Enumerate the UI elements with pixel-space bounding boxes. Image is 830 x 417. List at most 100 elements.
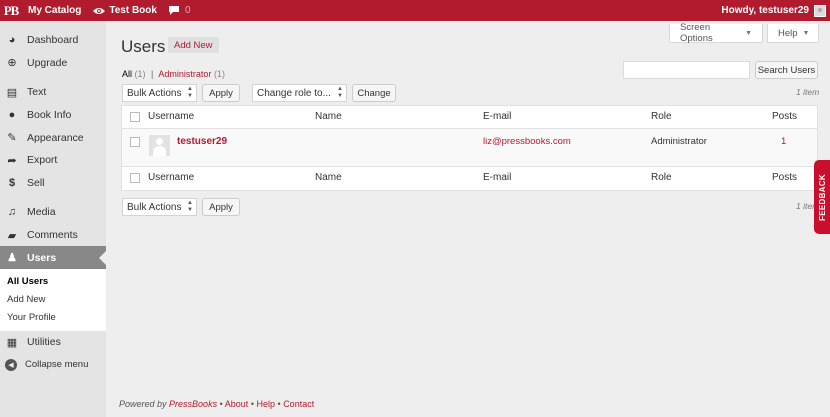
- select-arrows-icon: ▲ ▼: [337, 86, 343, 99]
- admin-footer: Powered by PressBooks • About • Help • C…: [119, 399, 314, 409]
- utilities-icon: ▦: [6, 336, 18, 349]
- comments-link[interactable]: 0: [163, 0, 197, 21]
- table-footer: Username Name E-mail Role Posts: [122, 168, 817, 190]
- comments-count: 0: [184, 5, 191, 16]
- change-role-select[interactable]: Change role to... ▲ ▼: [252, 84, 347, 102]
- chevron-down-icon: ▼: [745, 29, 752, 37]
- menu-dashboard[interactable]: ◕ Dashboard: [0, 29, 106, 52]
- select-all-checkbox[interactable]: [130, 112, 140, 122]
- menu-comments[interactable]: ▰ Comments: [0, 224, 106, 247]
- add-new-button[interactable]: Add New: [168, 37, 219, 53]
- book-info-icon: ●: [8, 109, 16, 122]
- help-button[interactable]: Help ▼: [767, 24, 819, 43]
- dashboard-icon: ◕: [8, 34, 16, 47]
- menu-text[interactable]: ▤ Text: [0, 81, 106, 104]
- bulk-actions-select-bottom[interactable]: Bulk Actions ▲ ▼: [122, 198, 197, 216]
- admin-bar: PB My Catalog Test Book 0 Howdy, testuse…: [0, 0, 830, 21]
- feedback-tab[interactable]: FEEDBACK: [814, 160, 830, 234]
- select-all-checkbox-bottom[interactable]: [130, 173, 140, 183]
- about-link[interactable]: About: [225, 399, 249, 409]
- apply-button-bottom[interactable]: Apply: [202, 198, 240, 216]
- footer-sep: •: [250, 399, 254, 409]
- contact-link[interactable]: Contact: [283, 399, 314, 409]
- select-arrows-icon: ▲ ▼: [187, 86, 193, 99]
- col-name-footer[interactable]: Name: [315, 172, 342, 183]
- menu-appearance[interactable]: ✎ Appearance: [0, 126, 106, 149]
- menu-label: Export: [27, 154, 58, 167]
- search-users-input[interactable]: [623, 61, 750, 79]
- eye-icon: [93, 7, 106, 14]
- users-submenu: All Users Add New Your Profile: [0, 268, 106, 331]
- col-role: Role: [651, 111, 672, 122]
- menu-label: Comments: [27, 229, 78, 242]
- media-icon: ♫: [7, 206, 17, 219]
- filter-separator: |: [151, 69, 154, 79]
- text-icon: ▤: [6, 86, 18, 99]
- col-posts-footer[interactable]: Posts: [772, 172, 797, 183]
- change-role-button[interactable]: Change: [352, 84, 396, 102]
- menu-sell[interactable]: $ Sell: [0, 172, 106, 195]
- col-name[interactable]: Name: [315, 111, 342, 122]
- menu-label: Utilities: [27, 336, 61, 349]
- menu-media[interactable]: ♫ Media: [0, 201, 106, 224]
- filter-admin-count: (1): [213, 69, 225, 79]
- col-email[interactable]: E-mail: [483, 111, 511, 122]
- menu-label: Sell: [27, 176, 45, 189]
- user-posts-link[interactable]: 1: [781, 136, 786, 147]
- collapse-label: Collapse menu: [25, 359, 89, 371]
- chevron-down-icon: ▼: [802, 29, 810, 37]
- user-avatar: [149, 135, 170, 156]
- bulk-actions-value: Bulk Actions: [127, 87, 182, 99]
- menu-book-info[interactable]: ● Book Info: [0, 104, 106, 127]
- test-book-label: Test Book: [109, 5, 157, 16]
- submenu-your-profile[interactable]: Your Profile: [0, 309, 106, 327]
- filter-all[interactable]: All: [122, 69, 132, 79]
- col-email-footer[interactable]: E-mail: [483, 172, 511, 183]
- collapse-menu[interactable]: ◀ Collapse menu: [0, 354, 106, 377]
- export-icon: ➦: [7, 154, 17, 167]
- filter-administrator[interactable]: Administrator: [158, 69, 211, 79]
- user-email-link[interactable]: liz@pressbooks.com: [483, 136, 571, 147]
- search-users-button[interactable]: Search Users: [755, 61, 818, 79]
- footer-sep: •: [277, 399, 281, 409]
- filter-all-count: (1): [134, 69, 146, 79]
- upgrade-icon: ⊕: [7, 57, 17, 70]
- submenu-add-new[interactable]: Add New: [0, 291, 106, 309]
- pressbooks-link[interactable]: PressBooks: [169, 399, 217, 409]
- menu-label: Book Info: [27, 109, 72, 122]
- table-header: Username Name E-mail Role Posts: [122, 106, 817, 129]
- col-role-footer: Role: [651, 172, 672, 183]
- apply-button-top[interactable]: Apply: [202, 84, 240, 102]
- col-username-footer[interactable]: Username: [148, 172, 194, 183]
- screen-options-button[interactable]: Screen Options ▼: [669, 22, 763, 44]
- help-label: Help: [778, 27, 798, 39]
- comment-bubble-icon: [168, 6, 179, 15]
- bulk-actions-value: Bulk Actions: [127, 201, 182, 213]
- footer-sep: •: [219, 399, 223, 409]
- menu-upgrade[interactable]: ⊕ Upgrade: [0, 52, 106, 75]
- help-link[interactable]: Help: [256, 399, 275, 409]
- submenu-all-users[interactable]: All Users: [0, 273, 106, 291]
- role-filter-links: All (1) | Administrator (1): [122, 69, 225, 79]
- pressbooks-logo[interactable]: PB: [0, 0, 22, 21]
- menu-users[interactable]: ♟ Users: [0, 246, 106, 269]
- menu-utilities[interactable]: ▦ Utilities: [0, 331, 106, 354]
- menu-label: Media: [27, 206, 56, 219]
- comments-icon: ▰: [7, 229, 17, 242]
- row-checkbox[interactable]: [130, 137, 140, 147]
- bulk-actions-select-top[interactable]: Bulk Actions ▲ ▼: [122, 84, 197, 102]
- col-posts[interactable]: Posts: [772, 111, 797, 122]
- appearance-icon: ✎: [7, 132, 17, 145]
- username-link[interactable]: testuser29: [177, 136, 227, 147]
- logo-text: PB: [3, 2, 20, 18]
- change-role-value: Change role to...: [257, 87, 331, 99]
- user-role: Administrator: [651, 136, 707, 147]
- account-menu[interactable]: Howdy, testuser29: [715, 0, 830, 21]
- menu-export[interactable]: ➦ Export: [0, 149, 106, 172]
- howdy-text: Howdy, testuser29: [721, 5, 809, 16]
- col-username[interactable]: Username: [148, 111, 194, 122]
- my-catalog-link[interactable]: My Catalog: [22, 0, 87, 21]
- users-icon: ♟: [7, 252, 17, 265]
- menu-label: Upgrade: [27, 56, 68, 69]
- test-book-link[interactable]: Test Book: [87, 0, 163, 21]
